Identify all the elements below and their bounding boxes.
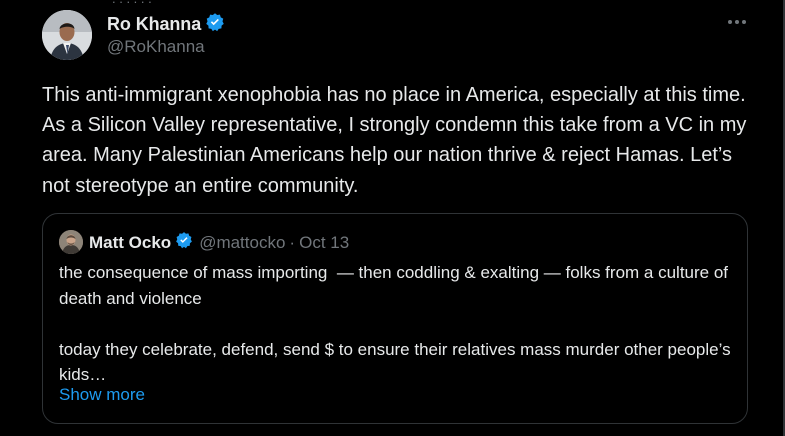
quoted-tweet-card[interactable]: Matt Ocko @mattocko · Oct 13 the consequ… xyxy=(42,213,748,424)
author-avatar[interactable] xyxy=(42,10,92,60)
author-handle[interactable]: @RoKhanna xyxy=(107,37,205,57)
verified-badge-icon[interactable] xyxy=(205,12,225,37)
tweet-text: This anti-immigrant xenophobia has no pl… xyxy=(42,84,752,197)
ellipsis-icon xyxy=(728,20,746,24)
author-name[interactable]: Ro Khanna xyxy=(107,14,201,35)
show-more-link[interactable]: Show more xyxy=(59,385,145,405)
quoted-author-name[interactable]: Matt Ocko xyxy=(89,233,171,253)
previous-tweet-remnant: . . . . . . xyxy=(0,0,783,6)
author-name-row: Ro Khanna xyxy=(107,12,225,37)
quoted-date[interactable]: Oct 13 xyxy=(299,233,349,253)
quoted-tweet-text: the consequence of mass importing — then… xyxy=(59,263,731,384)
previous-tweet-remnant-text: . . . . . . xyxy=(112,0,152,6)
more-options-button[interactable] xyxy=(724,12,750,32)
quoted-author-avatar[interactable] xyxy=(59,230,83,254)
quoted-separator: · xyxy=(289,232,296,252)
quoted-author-handle[interactable]: @mattocko xyxy=(199,233,285,253)
quoted-verified-badge-icon xyxy=(175,231,193,254)
quoted-tweet-header: Matt Ocko @mattocko · Oct 13 xyxy=(89,231,349,254)
